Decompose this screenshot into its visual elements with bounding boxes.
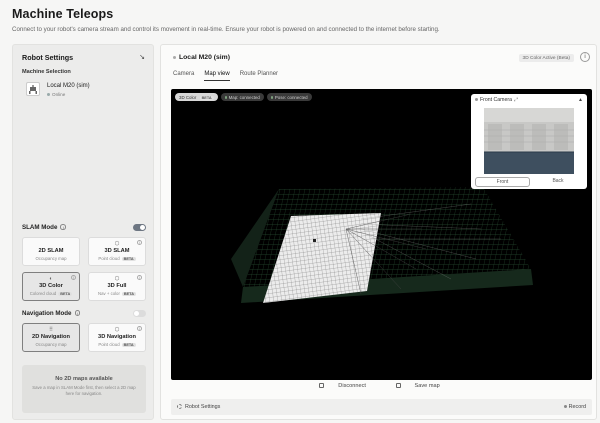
machine-selection-label: Machine Selection (22, 69, 71, 75)
bottom-bar: Robot Settings Record (171, 399, 592, 415)
status-dot-icon (173, 55, 176, 59)
info-icon[interactable]: i (580, 52, 590, 62)
nav-option-2d[interactable]: ⠿ 2D Navigation Occupancy map (22, 323, 80, 352)
map-actions: Disconnect Save map (161, 383, 598, 389)
machine-status: Online (47, 92, 65, 97)
beta-badge: BETA (199, 95, 214, 100)
slam-option-3d-color[interactable]: i ◐ 3D Color Colored cloud BETA (22, 272, 80, 301)
collapse-icon[interactable]: ↘ (139, 53, 145, 61)
info-icon[interactable]: i (71, 275, 76, 280)
pose-status-chip: Pose: connected (266, 93, 312, 101)
record-icon (563, 405, 567, 409)
mode-chip: 3D Color BETA (175, 93, 218, 101)
robot-settings-panel: Robot Settings ↘ Machine Selection Local… (12, 44, 154, 420)
slam-mode-row: SLAM Mode i (22, 224, 146, 234)
beta-badge: BETA (121, 256, 136, 261)
info-icon[interactable]: i (137, 240, 142, 245)
record-button[interactable]: Record (563, 404, 586, 410)
map-viewport[interactable]: 3D Color BETA Map: connected Pose: conne… (171, 89, 592, 380)
expand-icon[interactable]: ⤢ (514, 97, 518, 103)
map-icon (23, 241, 79, 247)
view-tabs: Camera Map view Route Planner (173, 71, 278, 81)
status-chips: 3D Color BETA Map: connected Pose: conne… (175, 93, 312, 101)
grid-icon: ⠿ (48, 327, 54, 333)
camera-title: Front Camera ⤢ (475, 97, 518, 104)
info-icon[interactable]: i (137, 275, 142, 280)
page-subtitle: Connect to your robot's camera stream an… (12, 26, 440, 33)
navigation-mode-row: Navigation Mode i (22, 310, 146, 320)
robot-settings-title: Robot Settings (22, 53, 74, 62)
info-icon[interactable]: i (74, 310, 81, 316)
info-icon[interactable]: i (137, 326, 142, 331)
slam-mode-toggle[interactable] (133, 224, 146, 231)
tab-map-view[interactable]: Map view (204, 71, 230, 81)
machine-card[interactable]: Local M20 (sim) Online (22, 79, 146, 101)
save-icon (395, 383, 401, 389)
beta-badge: BETA (121, 342, 136, 347)
tab-camera[interactable]: Camera (173, 71, 194, 81)
status-dot-icon (224, 96, 228, 99)
front-camera-window[interactable]: Front Camera ⤢ ▲ Front Back (471, 94, 587, 189)
teleop-panel: Local M20 (sim) 3D Color Active (Beta) i… (160, 44, 597, 420)
save-map-button[interactable]: Save map (389, 383, 447, 389)
disconnect-icon (319, 383, 325, 389)
gear-icon (177, 404, 182, 410)
front-camera-button[interactable]: Front (475, 177, 530, 187)
beta-badge: BETA (58, 291, 73, 296)
disconnect-button[interactable]: Disconnect (312, 383, 373, 389)
navigation-mode-label: Navigation Mode i (22, 310, 81, 317)
status-dot-icon (475, 98, 478, 102)
info-icon[interactable]: i (60, 224, 66, 230)
camera-feed-image (484, 108, 574, 174)
slam-mode-label: SLAM Mode i (22, 224, 66, 231)
robot-title: Local M20 (sim) (173, 54, 230, 61)
back-camera-button[interactable]: Back (533, 177, 583, 187)
navigation-mode-toggle[interactable] (133, 310, 146, 317)
page-title: Machine Teleops (12, 7, 114, 21)
mode-active-badge: 3D Color Active (Beta) (518, 54, 574, 62)
map-status-chip: Map: connected (220, 93, 264, 101)
slam-option-2d[interactable]: 2D SLAM Occupancy map (22, 237, 80, 266)
chevron-up-icon[interactable]: ▲ (578, 97, 583, 103)
machine-name: Local M20 (sim) (47, 83, 90, 89)
tab-route-planner[interactable]: Route Planner (240, 71, 278, 81)
robot-icon (26, 82, 40, 96)
status-dot-icon (270, 96, 274, 99)
no-maps-notice: No 2D maps available Save a map in SLAM … (22, 365, 146, 413)
nav-option-3d[interactable]: i ⬡ 3D Navigation Point cloud BETA (88, 323, 146, 352)
status-dot-icon (47, 93, 50, 97)
slam-option-3d-full[interactable]: i ⬡ 3D Full Nav + color BETA (88, 272, 146, 301)
beta-badge: BETA (121, 291, 136, 296)
robot-settings-button[interactable]: Robot Settings (177, 404, 220, 410)
slam-option-3d[interactable]: i ⬡ 3D SLAM Point cloud BETA (88, 237, 146, 266)
